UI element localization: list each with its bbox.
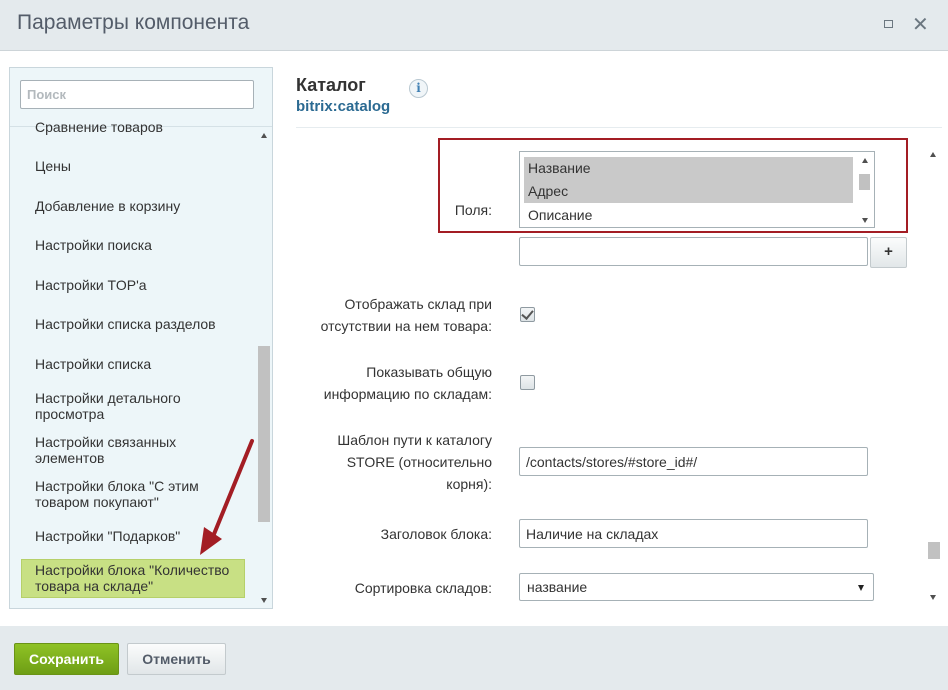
field-option-description[interactable]: Описание (524, 204, 853, 227)
block-title-input[interactable] (519, 519, 868, 548)
sidebar-item-top-settings[interactable]: Настройки TOP'а (35, 277, 235, 293)
show-store-missing-label-line1: Отображать склад при (344, 296, 492, 312)
info-icon[interactable]: i (409, 79, 428, 98)
store-sort-select[interactable]: название (519, 573, 874, 601)
field-option-name[interactable]: Название (524, 157, 853, 180)
main-scroll-thumb[interactable] (928, 542, 940, 559)
search-input[interactable] (20, 80, 254, 109)
scroll-up-icon[interactable] (261, 133, 267, 138)
sidebar-item-store-quantity[interactable]: Настройки блока "Количество товара на ск… (35, 562, 240, 594)
scroll-up-icon[interactable] (862, 158, 868, 163)
main-scrollbar[interactable] (926, 145, 941, 606)
check-mark-icon (521, 307, 534, 320)
sidebar-item-list-settings[interactable]: Настройки списка (35, 356, 235, 372)
chevron-down-icon (858, 585, 864, 591)
show-store-missing-checkbox[interactable] (520, 307, 535, 322)
scroll-down-icon[interactable] (930, 595, 936, 600)
store-sort-label: Сортировка складов: (354, 580, 492, 596)
sidebar-item-search-settings[interactable]: Настройки поиска (35, 237, 235, 253)
new-field-input[interactable] (519, 237, 868, 266)
fields-scrollbar[interactable] (857, 152, 873, 227)
store-path-label-line2: STORE (относительно (346, 454, 492, 470)
store-sort-value: название (527, 579, 588, 595)
scroll-up-icon[interactable] (930, 152, 936, 157)
store-path-input[interactable] (519, 447, 868, 476)
field-option-address[interactable]: Адрес (524, 180, 853, 203)
close-icon[interactable]: ✕ (912, 13, 929, 37)
component-title: Каталог (296, 75, 366, 95)
block-title-label: Заголовок блока: (380, 526, 492, 542)
show-general-info-checkbox[interactable] (520, 375, 535, 390)
save-button[interactable]: Сохранить (14, 643, 119, 675)
sidebar-item-detail-view[interactable]: Настройки детального просмотра (35, 390, 215, 422)
fields-scroll-thumb[interactable] (859, 174, 870, 190)
show-general-info-label-line2: информацию по складам: (323, 386, 492, 402)
fields-label: Поля: (454, 202, 492, 218)
sidebar-item-prices[interactable]: Цены (35, 158, 235, 174)
sidebar-item-section-list[interactable]: Настройки списка разделов (35, 316, 235, 332)
add-field-button[interactable]: + (870, 237, 907, 268)
header-divider (296, 127, 942, 128)
store-path-label-line1: Шаблон пути к каталогу (337, 432, 492, 448)
sidebar-item-related[interactable]: Настройки связанных элементов (35, 434, 215, 466)
store-path-label-line3: корня): (446, 476, 492, 492)
dialog-title: Параметры компонента (17, 11, 250, 34)
sidebar-item-compare[interactable]: Сравнение товаров (35, 119, 235, 135)
maximize-icon[interactable] (884, 20, 893, 28)
cancel-button[interactable]: Отменить (127, 643, 226, 675)
sidebar-item-add-to-cart[interactable]: Добавление в корзину (35, 198, 235, 214)
show-general-info-label-line1: Показывать общую (366, 364, 492, 380)
scroll-down-icon[interactable] (261, 598, 267, 603)
scroll-down-icon[interactable] (862, 218, 868, 223)
show-store-missing-label-line2: отсутствии на нем товара: (320, 318, 492, 334)
fields-multiselect[interactable]: Название Адрес Описание (519, 151, 875, 228)
red-arrow-icon (200, 439, 254, 555)
component-code: bitrix:catalog (296, 98, 391, 115)
sidebar-scrollbar[interactable] (258, 126, 272, 608)
